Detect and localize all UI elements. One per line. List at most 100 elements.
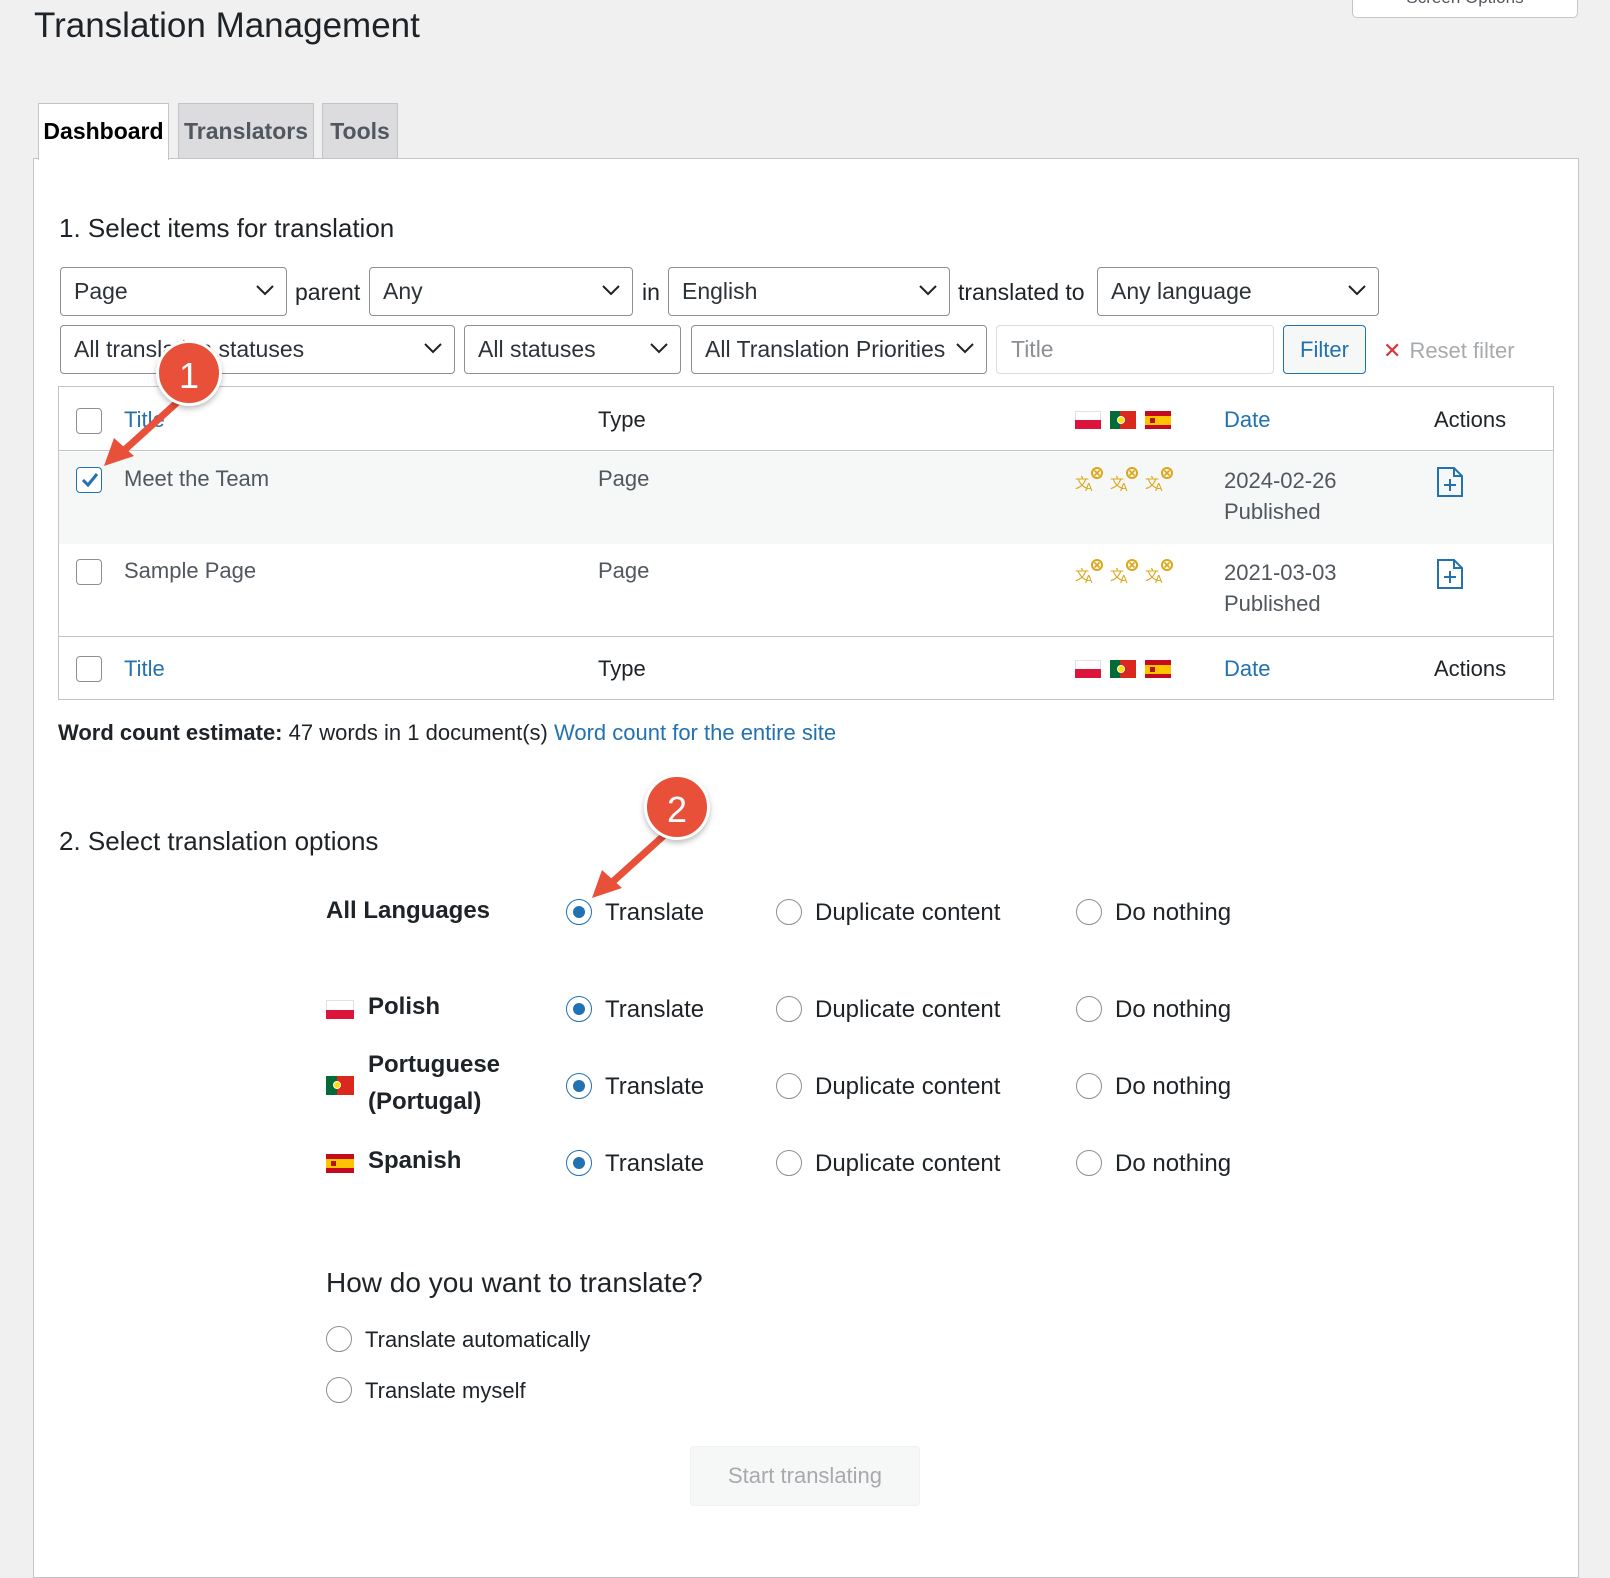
portuguese-translate-radio[interactable] (566, 1073, 592, 1099)
add-translation-icon[interactable]: 文A (1075, 466, 1103, 494)
parent-label: parent (295, 279, 361, 305)
screen-options-button[interactable]: Screen Options (1352, 0, 1578, 18)
all-translate-label: Translate (605, 899, 705, 926)
spanish-translate-radio[interactable] (566, 1150, 592, 1176)
chevron-down-icon (956, 343, 974, 354)
portuguese-duplicate-radio[interactable] (776, 1073, 802, 1099)
es-flag-icon (1145, 411, 1171, 429)
svg-text:A: A (1085, 481, 1093, 494)
target-language-select[interactable]: Any language (1097, 267, 1379, 316)
spanish-label: Spanish (368, 1147, 462, 1174)
spanish-nothing-label: Do nothing (1115, 1150, 1232, 1177)
reset-filter-link[interactable]: ✕ Reset filter (1383, 326, 1515, 375)
actions-column-header: Actions (1434, 407, 1507, 432)
polish-duplicate-label: Duplicate content (815, 996, 1001, 1023)
row-date: 2024-02-26 (1224, 468, 1337, 493)
pt-flag-icon (1110, 660, 1136, 678)
parent-select[interactable]: Any (369, 267, 633, 316)
in-label: in (642, 279, 660, 305)
row-checkbox[interactable] (76, 467, 102, 493)
row-checkbox[interactable] (76, 559, 102, 585)
chevron-down-icon (256, 285, 274, 296)
portuguese-label-line1: Portuguese (368, 1051, 501, 1078)
pl-flag-icon (1075, 411, 1101, 429)
filter-button[interactable]: Filter (1283, 325, 1366, 374)
date-column-footer[interactable]: Date (1224, 656, 1270, 682)
table-footer: Title Type Date Actions (59, 636, 1553, 699)
row-title[interactable]: Sample Page (124, 558, 256, 584)
svg-text:A: A (1155, 481, 1163, 494)
polish-duplicate-radio[interactable] (776, 996, 802, 1022)
word-count-estimate: Word count estimate: 47 words in 1 docum… (58, 720, 837, 745)
checkmark-icon (81, 473, 99, 488)
portuguese-nothing-label: Do nothing (1115, 1073, 1232, 1100)
polish-nothing-radio[interactable] (1076, 996, 1102, 1022)
start-translating-button[interactable]: Start translating (690, 1446, 920, 1506)
type-column-header: Type (598, 407, 646, 432)
section-translation-options-heading: 2. Select translation options (59, 826, 379, 856)
post-type-select[interactable]: Page (60, 267, 287, 316)
tab-tools[interactable]: Tools (322, 103, 398, 159)
close-icon: ✕ (1383, 338, 1402, 363)
status-select[interactable]: All statuses (464, 325, 681, 374)
all-languages-label: All Languages (326, 897, 491, 924)
word-count-site-link[interactable]: Word count for the entire site (554, 720, 836, 745)
row-status: Published (1224, 499, 1321, 524)
how-translate-heading: How do you want to translate? (326, 1267, 703, 1298)
chevron-down-icon (602, 285, 620, 296)
title-column-footer[interactable]: Title (124, 656, 165, 682)
polish-translate-radio[interactable] (566, 996, 592, 1022)
items-table: Title Type Date Actions Meet the Team Pa… (58, 386, 1554, 700)
translation-status-select[interactable]: All translation statuses (60, 325, 455, 374)
all-translate-radio[interactable] (566, 899, 592, 925)
add-translation-icon[interactable]: 文A (1145, 558, 1173, 586)
chevron-down-icon (650, 343, 668, 354)
page-title: Translation Management (34, 6, 420, 45)
add-document-icon[interactable] (1435, 466, 1465, 498)
source-language-select[interactable]: English (668, 267, 950, 316)
es-flag-icon (1145, 660, 1171, 678)
all-duplicate-radio[interactable] (776, 899, 802, 925)
table-header: Title Type Date Actions (59, 387, 1553, 451)
tab-dashboard[interactable]: Dashboard (38, 103, 169, 160)
row-type: Page (598, 558, 650, 583)
annotation-badge-1: 1 (156, 340, 222, 406)
portuguese-nothing-radio[interactable] (1076, 1073, 1102, 1099)
priority-select[interactable]: All Translation Priorities (691, 325, 987, 374)
portuguese-duplicate-label: Duplicate content (815, 1073, 1001, 1100)
chevron-down-icon (1348, 285, 1366, 296)
chevron-down-icon (424, 343, 442, 354)
spanish-nothing-radio[interactable] (1076, 1150, 1102, 1176)
row-type: Page (598, 466, 650, 491)
translated-to-label: translated to (958, 279, 1085, 305)
add-document-icon[interactable] (1435, 558, 1465, 590)
title-search-input[interactable]: Title (996, 325, 1274, 374)
pl-flag-icon (326, 1000, 354, 1019)
add-translation-icon[interactable]: 文A (1075, 558, 1103, 586)
portuguese-label-line2: (Portugal) (368, 1088, 482, 1115)
polish-label: Polish (368, 993, 441, 1020)
table-row: Sample Page Page 文A 文A 文A 2021-03-03 Pub… (59, 544, 1553, 636)
svg-text:A: A (1155, 573, 1163, 586)
pl-flag-icon (1075, 660, 1101, 678)
chevron-down-icon (919, 285, 937, 296)
all-duplicate-label: Duplicate content (815, 899, 1001, 926)
select-all-checkbox[interactable] (76, 656, 102, 682)
translate-automatically-radio[interactable] (326, 1326, 352, 1352)
svg-text:A: A (1120, 573, 1128, 586)
tab-translators[interactable]: Translators (178, 103, 314, 159)
spanish-duplicate-radio[interactable] (776, 1150, 802, 1176)
translate-myself-label: Translate myself (365, 1378, 526, 1403)
date-column-header[interactable]: Date (1224, 407, 1270, 433)
actions-column-footer: Actions (1434, 656, 1507, 681)
row-status: Published (1224, 591, 1321, 616)
add-translation-icon[interactable]: 文A (1110, 466, 1138, 494)
translate-myself-radio[interactable] (326, 1377, 352, 1403)
annotation-badge-2: 2 (644, 774, 710, 840)
add-translation-icon[interactable]: 文A (1110, 558, 1138, 586)
all-nothing-radio[interactable] (1076, 899, 1102, 925)
section-select-items-heading: 1. Select items for translation (59, 213, 395, 243)
table-row: Meet the Team Page 文A 文A 文A 2024-02-26 P… (59, 452, 1553, 544)
add-translation-icon[interactable]: 文A (1145, 466, 1173, 494)
type-column-footer: Type (598, 656, 646, 681)
